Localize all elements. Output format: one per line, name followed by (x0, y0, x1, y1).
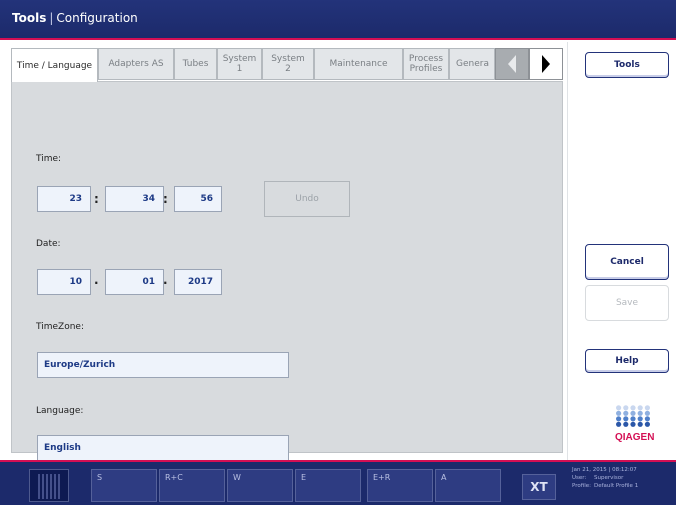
tab-system-2[interactable]: System 2 (262, 48, 314, 80)
rack-slots-icon (38, 474, 60, 499)
date-label: Date: (36, 239, 61, 249)
drawer-e-button[interactable]: E (295, 469, 361, 502)
status-datetime: Jan 21, 2015 | 08:12:07 (572, 467, 637, 473)
status-profile-key: Profile: (572, 483, 591, 489)
tab-scroll-right-button[interactable] (529, 48, 563, 80)
date-year-field[interactable]: 2017 (174, 269, 222, 295)
cancel-button[interactable]: Cancel (585, 244, 669, 280)
tab-time-language[interactable]: Time / Language (11, 48, 98, 82)
tab-scroll-left-button[interactable] (495, 48, 529, 80)
slot-overview-button[interactable] (29, 469, 69, 502)
date-separator: . (163, 273, 168, 287)
drawer-s-button[interactable]: S (91, 469, 157, 502)
tab-label: Adapters AS (108, 59, 164, 69)
tab-adapters-as[interactable]: Adapters AS (98, 48, 174, 80)
timezone-select[interactable]: Europe/Zurich (37, 352, 289, 378)
time-separator: : (94, 192, 99, 206)
help-button[interactable]: Help (585, 349, 669, 373)
title-page: Configuration (56, 11, 138, 25)
time-label: Time: (36, 154, 62, 164)
logo-word: QIAGEN (615, 432, 655, 443)
triangle-left-icon (508, 55, 516, 73)
tools-button[interactable]: Tools (585, 52, 669, 78)
title-bar: Tools | Configuration (0, 0, 676, 40)
tab-process-profiles[interactable]: Process Profiles (403, 48, 449, 80)
tools-wrench-button[interactable]: XT (522, 474, 556, 500)
tab-label: Tubes (182, 59, 209, 69)
tab-label: Process Profiles (408, 54, 444, 74)
date-month-field[interactable]: 01 (105, 269, 164, 295)
status-user-value: Supervisor (594, 475, 624, 481)
qiagen-dots-icon (616, 405, 650, 427)
tab-system-1[interactable]: System 1 (217, 48, 262, 80)
undo-button[interactable]: Undo (264, 181, 350, 217)
time-language-form: Time: 23 : 34 : 56 Undo Date: 10 . 01 . … (11, 81, 563, 461)
tab-label: Time / Language (16, 60, 93, 71)
status-profile-value: Default Profile 1 (594, 483, 639, 489)
language-select[interactable]: English (37, 435, 289, 461)
side-panel: Tools Cancel Save Help QIAGEN (567, 42, 676, 460)
time-seconds-field[interactable]: 56 (174, 186, 222, 212)
title-separator: | (49, 11, 54, 25)
tab-label: Genera (456, 59, 489, 69)
main-panel: Time / Language Adapters AS Tubes System… (0, 42, 567, 461)
time-minutes-field[interactable]: 34 (105, 186, 164, 212)
drawer-a-button[interactable]: A (435, 469, 501, 502)
tab-strip: Time / Language Adapters AS Tubes System… (11, 48, 563, 82)
language-label: Language: (36, 406, 84, 416)
qiagen-logo: QIAGEN (615, 405, 655, 443)
tab-maintenance[interactable]: Maintenance (314, 48, 403, 80)
timezone-label: TimeZone: (36, 322, 84, 332)
date-day-field[interactable]: 10 (37, 269, 91, 295)
status-info: Jan 21, 2015 | 08:12:07 User: Supervisor … (572, 466, 638, 490)
title-section: Tools (12, 11, 47, 25)
time-separator: : (163, 192, 168, 206)
status-user-key: User: (572, 475, 587, 481)
triangle-right-icon (542, 55, 550, 73)
drawer-w-button[interactable]: W (227, 469, 293, 502)
tab-label: System 2 (271, 54, 305, 74)
date-separator: . (94, 273, 99, 287)
tab-label: Maintenance (329, 59, 388, 69)
drawer-rc-button[interactable]: R+C (159, 469, 225, 502)
save-button[interactable]: Save (585, 285, 669, 321)
tab-tubes[interactable]: Tubes (174, 48, 217, 80)
tab-general[interactable]: Genera (449, 48, 495, 80)
wrench-icon: XT (530, 480, 548, 494)
window-title: Tools | Configuration (12, 11, 138, 25)
time-hours-field[interactable]: 23 (37, 186, 91, 212)
drawer-er-button[interactable]: E+R (367, 469, 433, 502)
tab-label: System 1 (222, 54, 257, 74)
bottom-bar: S R+C W E E+R A XT Jan 21, 2015 | 08:12:… (0, 460, 676, 505)
